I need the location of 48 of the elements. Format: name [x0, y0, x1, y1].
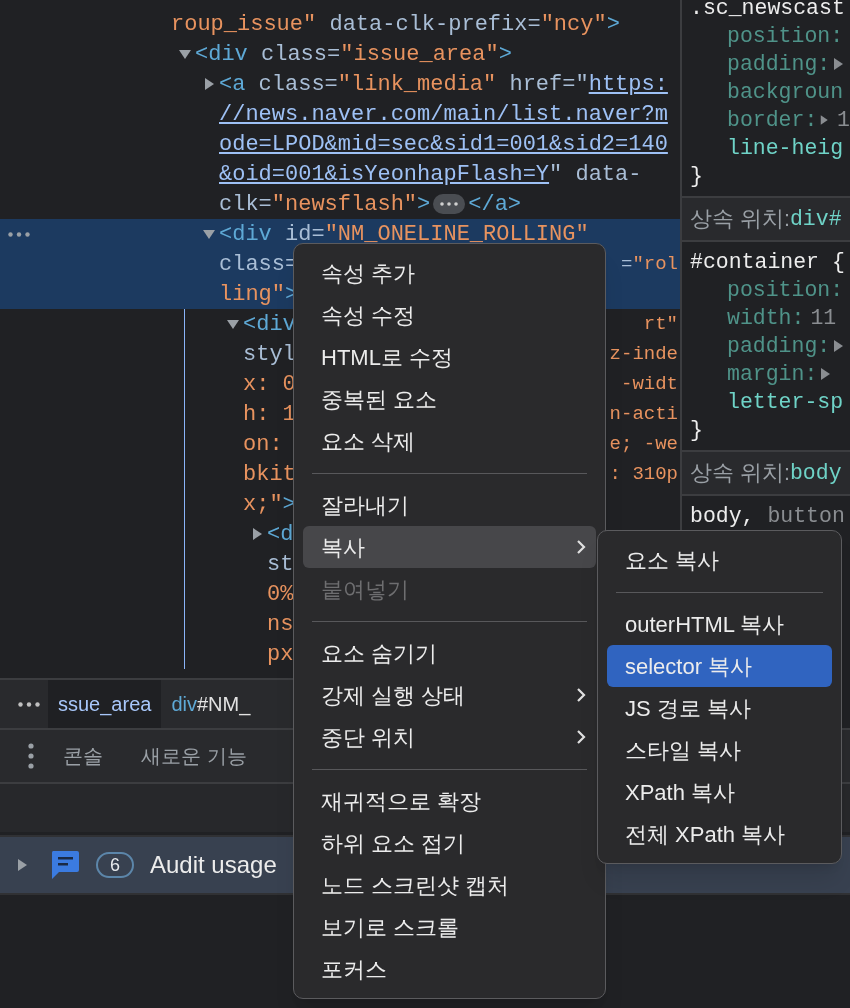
code-line: 0% — [267, 580, 294, 609]
css-value: 1 — [836, 106, 850, 134]
code-line: px — [267, 640, 294, 669]
code-line: rt" — [643, 311, 679, 337]
code-line: </a> — [468, 190, 522, 219]
css-property: letter-sp — [727, 388, 844, 416]
code-line: <div — [243, 310, 296, 339]
code-line: e; -we — [609, 431, 679, 457]
inherited-header: 상속 위치:div# — [682, 196, 850, 242]
issue-title: Audit usage — [150, 850, 277, 880]
code-line: z-inde — [609, 341, 679, 367]
code-line: ode=LPOD&mid=sec&sid1=001&sid2=140 — [219, 130, 668, 159]
css-selector: body, button — [689, 502, 846, 530]
code-line: <div id="NM_ONELINE_ROLLING" — [219, 220, 589, 249]
code-line: &oid=001&isYeonhapFlash=Y" data- — [219, 160, 642, 189]
css-property: margin: — [727, 360, 818, 388]
code-line: -widt — [621, 371, 679, 397]
code-line: ns — [267, 610, 294, 639]
code-line: <div class="issue_area"> — [195, 40, 512, 69]
css-value: 11 — [809, 304, 837, 332]
count-badge: 6 — [96, 852, 134, 878]
code-line: //news.naver.com/main/list.naver?m — [219, 100, 668, 129]
code-line: h: 1 — [243, 400, 296, 429]
code-line: st — [267, 550, 294, 579]
code-line: <a class="link_media" href="https: — [219, 70, 668, 99]
code-line: clk="newsflash"> — [219, 190, 431, 219]
closing-brace: } — [689, 416, 703, 444]
css-selector: .sc_newscast — [689, 0, 846, 22]
inherited-header: 상속 위치:body — [682, 450, 850, 496]
css-property: line-heig — [727, 134, 844, 162]
code-line: bkit — [243, 460, 296, 489]
css-property: position: — [727, 22, 844, 50]
code-line: n-acti — [609, 401, 679, 427]
code-line: <d — [267, 520, 294, 549]
css-property: padding: — [727, 332, 831, 360]
code-line: styl — [243, 340, 296, 369]
closing-brace: } — [689, 162, 703, 190]
css-selector: #container { — [689, 248, 846, 276]
css-property: padding: — [727, 50, 831, 78]
code-line: : 310p — [609, 461, 679, 487]
code-line: ="rol — [621, 251, 679, 277]
css-property: position: — [727, 276, 844, 304]
css-property: backgroun — [727, 78, 844, 106]
css-property: border: — [727, 106, 818, 134]
code-line: roup_issue" data-clk-prefix="ncy"> — [171, 10, 620, 39]
code-line: on: — [243, 430, 283, 459]
css-property: width: — [727, 304, 805, 332]
code-line: class= — [219, 250, 299, 279]
